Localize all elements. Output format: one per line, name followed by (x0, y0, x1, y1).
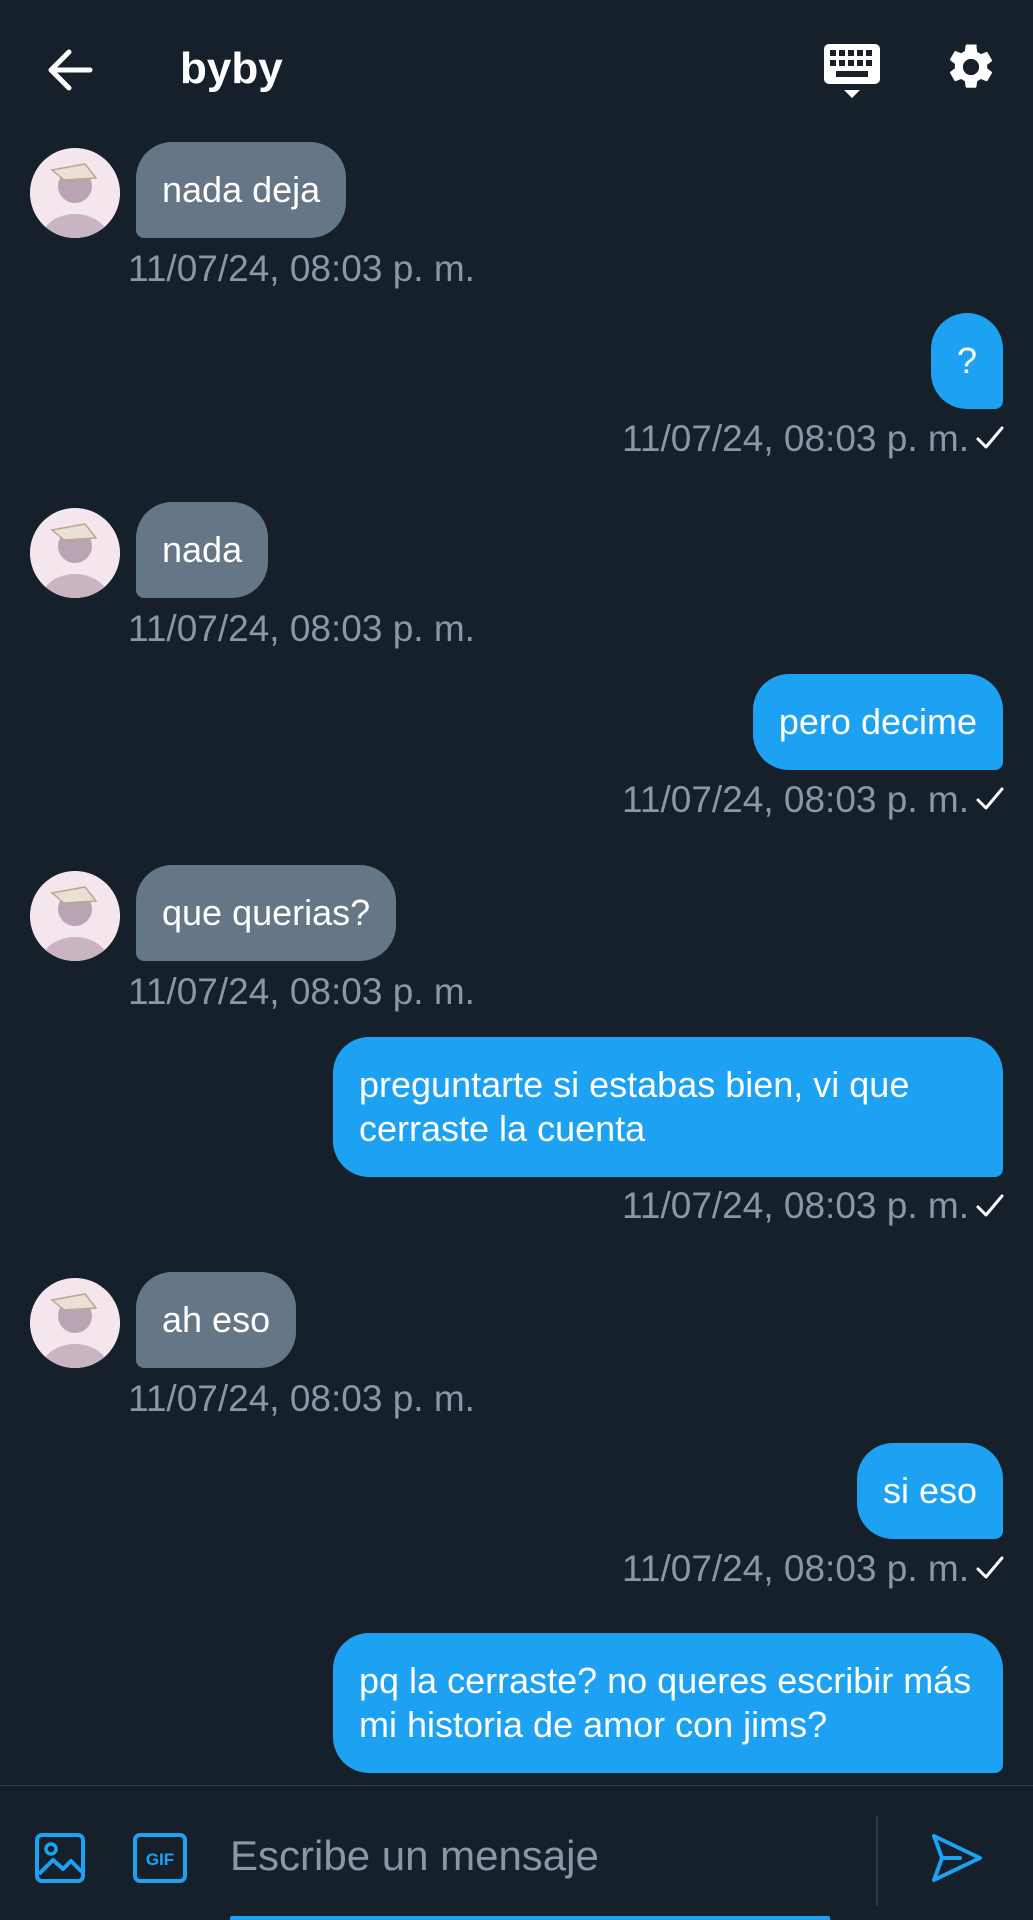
image-icon (35, 1833, 85, 1883)
message-bubble[interactable]: nada deja (136, 142, 347, 238)
message-incoming: nada 11/07/24, 08:03 p. m. (0, 502, 1033, 662)
gif-icon: GIF (133, 1833, 187, 1883)
message-outgoing: si eso 11/07/24, 08:03 p. m. (0, 1443, 1033, 1603)
message-outgoing: pq la cerraste? no queres escribir más m… (0, 1633, 1033, 1783)
message-timestamp: 11/07/24, 08:03 p. m. (622, 779, 969, 820)
gif-label: GIF (146, 1850, 174, 1869)
avatar[interactable] (30, 871, 120, 961)
send-button[interactable] (930, 1832, 986, 1884)
back-button[interactable] (40, 42, 100, 98)
read-check-icon (976, 1556, 1004, 1579)
attach-image-button[interactable] (34, 1832, 86, 1884)
message-timestamp: 11/07/24, 08:03 p. m. (622, 1185, 969, 1226)
message-bubble[interactable]: pero decime (752, 674, 1003, 770)
message-bubble[interactable]: que querias? (136, 865, 397, 961)
chat-screen: byby nada deja 11/07/24, 08:03 p. m. ? 1… (0, 0, 1033, 1920)
message-bubble[interactable]: pq la cerraste? no queres escribir más m… (333, 1633, 1003, 1773)
message-timestamp: 11/07/24, 08:03 p. m. (622, 1548, 969, 1589)
message-timestamp: 11/07/24, 08:03 p. m. (128, 971, 475, 1012)
avatar-image (30, 148, 120, 238)
message-bubble[interactable]: ? (930, 313, 1003, 409)
input-underline (230, 1916, 830, 1920)
message-outgoing: pero decime 11/07/24, 08:03 p. m. (0, 674, 1033, 834)
keyboard-icon (824, 44, 880, 98)
message-incoming: nada deja 11/07/24, 08:03 p. m. (0, 140, 1033, 300)
gif-button[interactable]: GIF (132, 1832, 188, 1884)
message-input[interactable] (230, 1816, 830, 1896)
message-outgoing: preguntarte si estabas bien, vi que cerr… (0, 1037, 1033, 1257)
arrow-left-icon (48, 49, 93, 91)
avatar-image (30, 508, 120, 598)
read-check-icon (976, 787, 1004, 810)
message-timestamp: 11/07/24, 08:03 p. m. (128, 1378, 475, 1419)
message-outgoing: ? 11/07/24, 08:03 p. m. (0, 313, 1033, 473)
chat-header: byby (0, 0, 1033, 140)
message-timestamp: 11/07/24, 08:03 p. m. (622, 418, 969, 459)
message-bubble[interactable]: si eso (856, 1443, 1003, 1539)
message-timestamp: 11/07/24, 08:03 p. m. (128, 608, 475, 649)
message-bubble[interactable]: nada (136, 502, 269, 598)
avatar[interactable] (30, 148, 120, 238)
read-check-icon (976, 426, 1004, 449)
message-incoming: ah eso 11/07/24, 08:03 p. m. (0, 1272, 1033, 1432)
avatar[interactable] (30, 1278, 120, 1368)
keyboard-button[interactable] (822, 40, 882, 102)
message-composer: GIF (0, 1785, 1033, 1920)
message-bubble[interactable]: preguntarte si estabas bien, vi que cerr… (333, 1037, 1003, 1177)
message-timestamp: 11/07/24, 08:03 p. m. (128, 248, 475, 289)
composer-divider (876, 1816, 878, 1906)
read-check-icon (976, 1194, 1004, 1217)
settings-button[interactable] (944, 40, 1004, 100)
avatar[interactable] (30, 508, 120, 598)
message-incoming: que querias? 11/07/24, 08:03 p. m. (0, 865, 1033, 1025)
message-list[interactable]: nada deja 11/07/24, 08:03 p. m. ? 11/07/… (0, 140, 1033, 1785)
gear-icon (950, 44, 993, 88)
chat-title: byby (180, 44, 283, 93)
avatar-image (30, 1278, 120, 1368)
avatar-image (30, 871, 120, 961)
send-icon (932, 1834, 982, 1882)
message-bubble[interactable]: ah eso (136, 1272, 297, 1368)
